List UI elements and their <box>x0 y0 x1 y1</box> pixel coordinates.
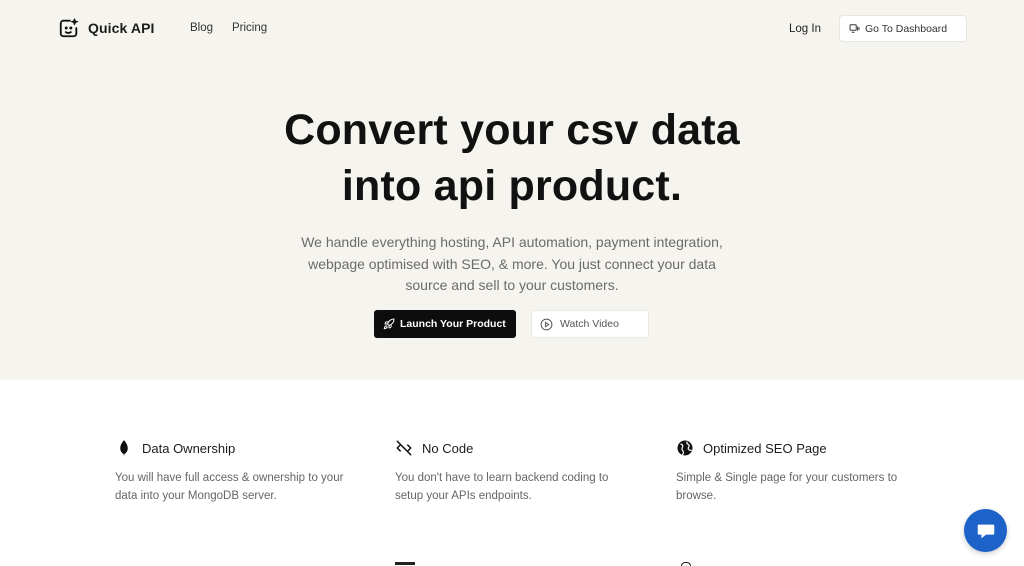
partial-feature-icon <box>681 562 691 566</box>
watch-video-label: Watch Video <box>560 318 619 330</box>
feature-description-line-2: setup your APIs endpoints. <box>395 489 532 502</box>
feature-title: Data Ownership <box>142 440 236 456</box>
chat-widget-button[interactable] <box>964 509 1007 552</box>
feature-description-line-1: You don't have to learn backend coding t… <box>395 472 609 484</box>
feature-data-ownership: Data Ownership You will have full access… <box>115 438 365 505</box>
top-nav: Quick API Blog Pricing Log In Go To Dash… <box>0 0 1024 58</box>
feature-title: No Code <box>422 440 474 456</box>
globe-icon <box>677 440 693 456</box>
rocket-icon <box>383 318 395 330</box>
launch-product-button[interactable]: Launch Your Product <box>374 310 516 338</box>
nav-link-blog[interactable]: Blog <box>190 22 213 34</box>
feature-no-code: No Code You don't have to learn backend … <box>395 438 645 505</box>
hero-headline-line-1: Convert your csv data <box>284 106 740 154</box>
hero-headline: Convert your csv data into api product. <box>0 102 1024 214</box>
hero-subheadline-line-1: We handle everything hosting, API automa… <box>301 234 723 250</box>
partial-feature-icon <box>395 562 415 565</box>
login-link[interactable]: Log In <box>789 23 821 35</box>
feature-description-line-2: data into your MongoDB server. <box>115 489 277 502</box>
leaf-icon <box>120 440 128 457</box>
hero-subheadline-line-2: webpage optimised with SEO, & more. You … <box>308 255 716 272</box>
feature-description: Simple & Single page for your customers … <box>676 470 916 505</box>
feature-description-line-1: Simple & Single page for your customers … <box>676 472 898 484</box>
feature-header: No Code <box>395 438 645 458</box>
hero-subheadline: We handle everything hosting, API automa… <box>282 232 742 297</box>
feature-description: You don't have to learn backend coding t… <box>395 470 635 505</box>
chat-bubble-icon <box>977 524 994 538</box>
feature-header: Optimized SEO Page <box>676 438 926 458</box>
launch-product-label: Launch Your Product <box>400 318 506 330</box>
feature-title: Optimized SEO Page <box>703 440 827 456</box>
play-circle-icon <box>540 318 553 330</box>
dashboard-button-label: Go To Dashboard <box>865 22 948 35</box>
logo[interactable]: Quick API <box>58 17 155 39</box>
feature-description-line-2: browse. <box>676 489 717 502</box>
watch-video-button[interactable]: Watch Video <box>531 310 649 338</box>
hero-subheadline-line-3: source and sell to your customers. <box>405 277 619 293</box>
nav-link-pricing[interactable]: Pricing <box>232 22 267 34</box>
go-to-dashboard-button[interactable]: Go To Dashboard <box>839 15 967 42</box>
code-off-icon <box>396 440 412 456</box>
feature-description: You will have full access & ownership to… <box>115 470 355 505</box>
feature-optimized-seo-page: Optimized SEO Page Simple & Single page … <box>676 438 926 505</box>
logo-icon <box>59 18 79 38</box>
dashboard-icon <box>849 24 860 33</box>
hero-headline-line-2: into api product. <box>341 162 683 210</box>
logo-text: Quick API <box>88 20 155 36</box>
feature-description-line-1: You will have full access & ownership to… <box>115 472 344 484</box>
feature-header: Data Ownership <box>115 438 365 458</box>
